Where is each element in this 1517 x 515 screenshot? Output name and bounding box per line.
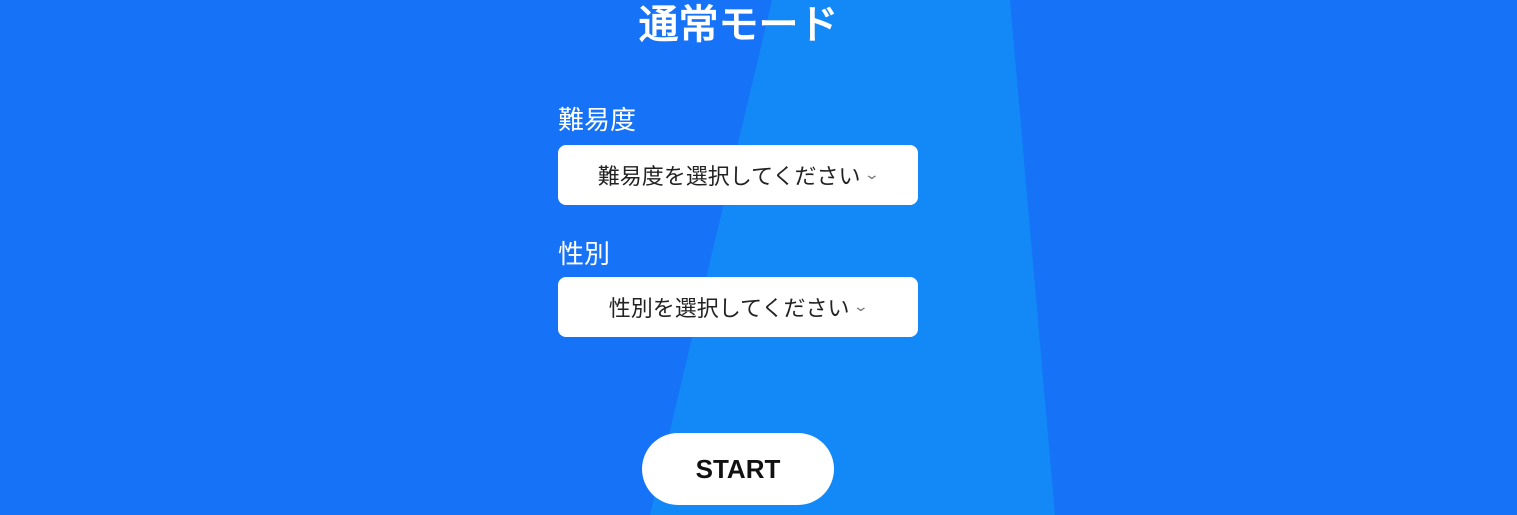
difficulty-select-value: 難易度を選択してください [597, 165, 861, 190]
chevron-down-icon: ⌄ [853, 299, 870, 315]
difficulty-label: 難易度 [558, 106, 637, 136]
page-title: 通常モード [638, 2, 839, 48]
gender-label: 性別 [558, 240, 611, 270]
gender-select-value: 性別を選択してください [608, 297, 850, 322]
start-button[interactable]: START [642, 433, 834, 505]
gender-select[interactable]: 性別を選択してください ⌄ [558, 277, 918, 337]
difficulty-select[interactable]: 難易度を選択してください ⌄ [558, 145, 918, 205]
chevron-down-icon: ⌄ [864, 167, 881, 183]
